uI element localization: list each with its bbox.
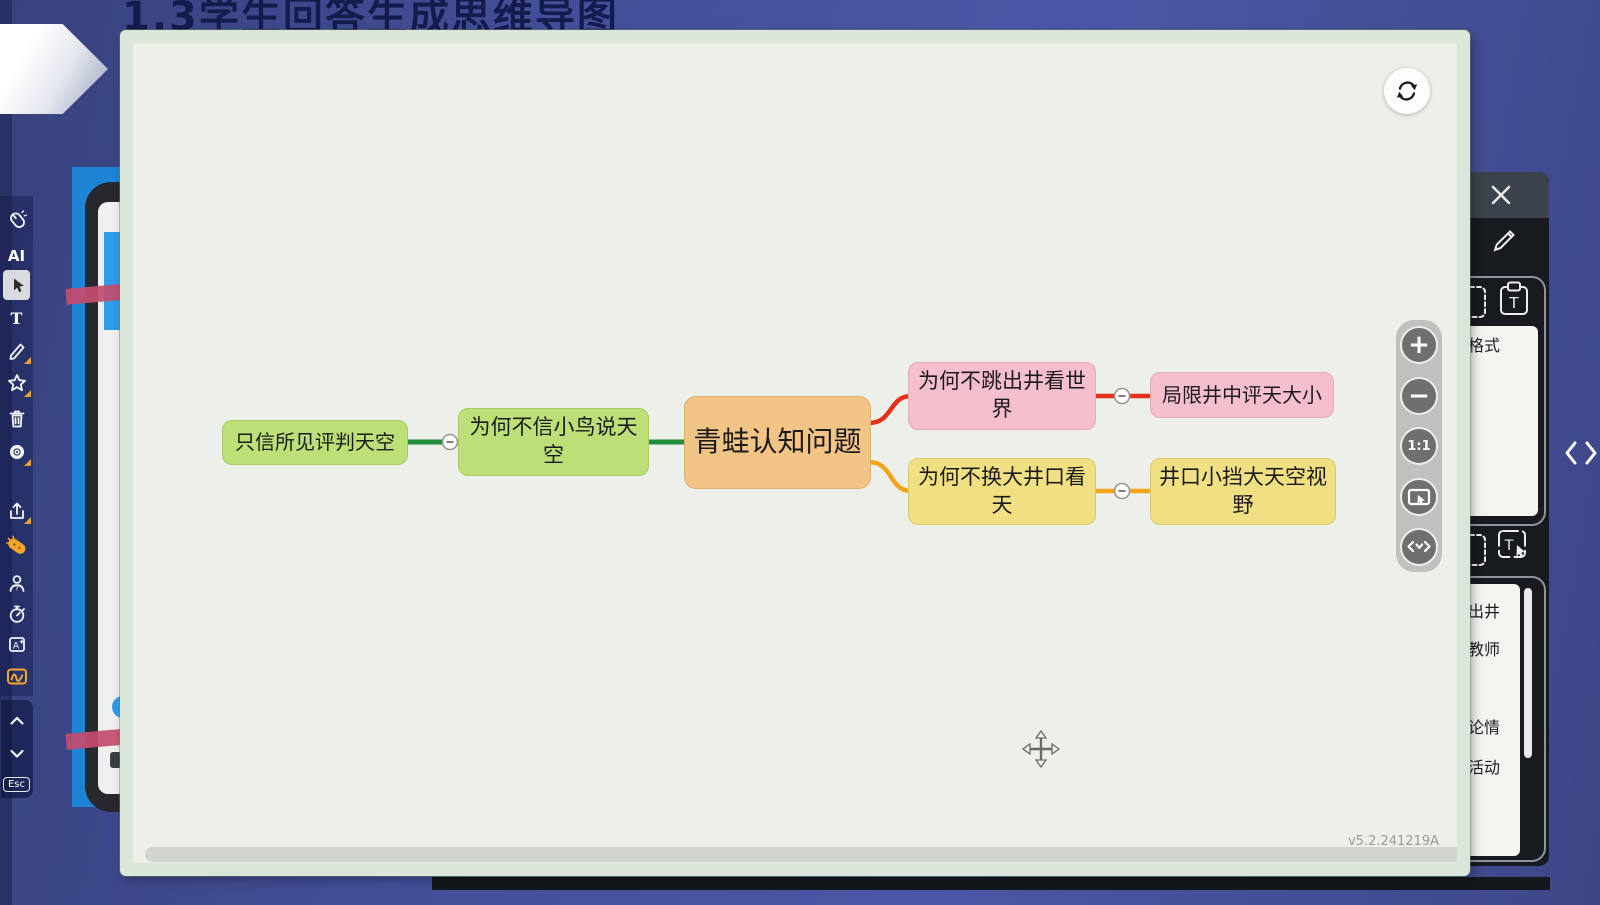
letter-card-icon: A <box>6 633 28 655</box>
mindmap-node-bottomright-child[interactable]: 为何不换大井口看天 <box>908 458 1096 525</box>
chevron-down-icon <box>6 742 28 764</box>
chevron-up-icon <box>6 709 28 731</box>
zoom-in-button[interactable]: + <box>1400 326 1438 364</box>
delete-tool[interactable] <box>0 404 33 432</box>
dice-roller-tool[interactable] <box>0 532 33 560</box>
voice-mouse-tool[interactable] <box>0 206 33 234</box>
esc-label: Esc <box>3 777 30 792</box>
mindmap-node-left-child[interactable]: 为何不信小鸟说天空 <box>458 408 649 476</box>
refresh-icon <box>1393 77 1421 105</box>
list-item[interactable]: 活动 <box>1468 754 1500 778</box>
move-cursor-icon <box>1022 730 1060 768</box>
select-tool[interactable] <box>3 270 30 300</box>
text-select-button[interactable]: T <box>1496 528 1534 572</box>
list-item[interactable]: 出井 <box>1468 598 1500 622</box>
word-card-tool[interactable]: A <box>0 630 33 658</box>
trash-icon <box>6 407 28 429</box>
chevrons-icon <box>1562 438 1600 468</box>
timer-tool[interactable] <box>0 600 33 628</box>
settings-tool[interactable] <box>0 438 33 466</box>
share-tool[interactable] <box>0 496 33 524</box>
bottom-window-bar <box>432 877 1550 890</box>
projector-screen: 1.3学生回答生成思维导图 AI T <box>0 0 1600 905</box>
text-tool-label: T <box>11 309 23 328</box>
version-label: v5.2.241219A <box>1348 834 1439 849</box>
pen-tool[interactable] <box>0 336 33 364</box>
stopwatch-icon <box>6 603 28 625</box>
submenu-corner <box>24 459 31 466</box>
svg-text:T: T <box>1508 294 1519 312</box>
random-picker-tool[interactable]: ? <box>0 569 33 597</box>
format-label: 格式 <box>1468 332 1500 356</box>
actual-size-button[interactable]: 1:1 <box>1400 427 1438 465</box>
ai-label: AI <box>8 247 25 265</box>
svg-text:A: A <box>12 642 19 652</box>
clipboard-text-button[interactable]: T <box>1498 280 1530 322</box>
collapse-controls-button[interactable] <box>1400 528 1438 566</box>
fit-screen-icon <box>1406 484 1432 510</box>
code-chevron-icon <box>1405 533 1433 561</box>
panel-toggle-handle[interactable] <box>1562 438 1600 468</box>
list-item[interactable]: 教师 <box>1468 636 1500 660</box>
refresh-button[interactable] <box>1384 68 1430 114</box>
wave-board-icon <box>5 664 29 688</box>
mindmap-node-left-grandchild[interactable]: 只信所见评判天空 <box>222 420 408 465</box>
submenu-corner <box>24 390 31 397</box>
list-item[interactable]: 论情 <box>1468 714 1500 738</box>
zoom-out-button[interactable]: − <box>1400 377 1438 415</box>
horizontal-scrollbar[interactable] <box>145 847 1457 862</box>
esc-button[interactable]: Esc <box>0 770 33 798</box>
text-tool[interactable]: T <box>0 304 33 332</box>
mouse-icon <box>6 209 28 231</box>
submenu-corner <box>24 517 31 524</box>
panel-scrollbar[interactable] <box>1524 588 1532 758</box>
toolbar-collapse-up[interactable] <box>0 706 33 734</box>
banner-arrow <box>0 24 108 114</box>
close-icon[interactable] <box>1486 180 1516 210</box>
edit-pencil-button[interactable] <box>1486 224 1522 264</box>
curve-board-tool[interactable] <box>0 662 33 690</box>
mindmap-node-bottomright-grandchild[interactable]: 井口小挡大天空视野 <box>1150 458 1336 525</box>
mindmap-node-topright-child[interactable]: 为何不跳出井看世界 <box>908 362 1096 430</box>
svg-text:?: ? <box>14 584 18 593</box>
zoom-controls: + − 1:1 <box>1396 320 1442 572</box>
toolbar-collapse-down[interactable] <box>0 739 33 767</box>
shapes-tool[interactable] <box>0 369 33 397</box>
mindmap-node-root[interactable]: 青蛙认知问题 <box>684 396 871 489</box>
submenu-corner <box>24 357 31 364</box>
fit-screen-button[interactable] <box>1400 478 1438 516</box>
roller-icon <box>5 534 29 558</box>
cursor-icon <box>6 274 28 296</box>
svg-text:T: T <box>1504 538 1514 554</box>
person-question-icon: ? <box>6 572 28 594</box>
ai-assistant-tool[interactable]: AI <box>0 242 33 270</box>
mindmap-node-topright-grandchild[interactable]: 局限井中评天大小 <box>1150 372 1334 418</box>
